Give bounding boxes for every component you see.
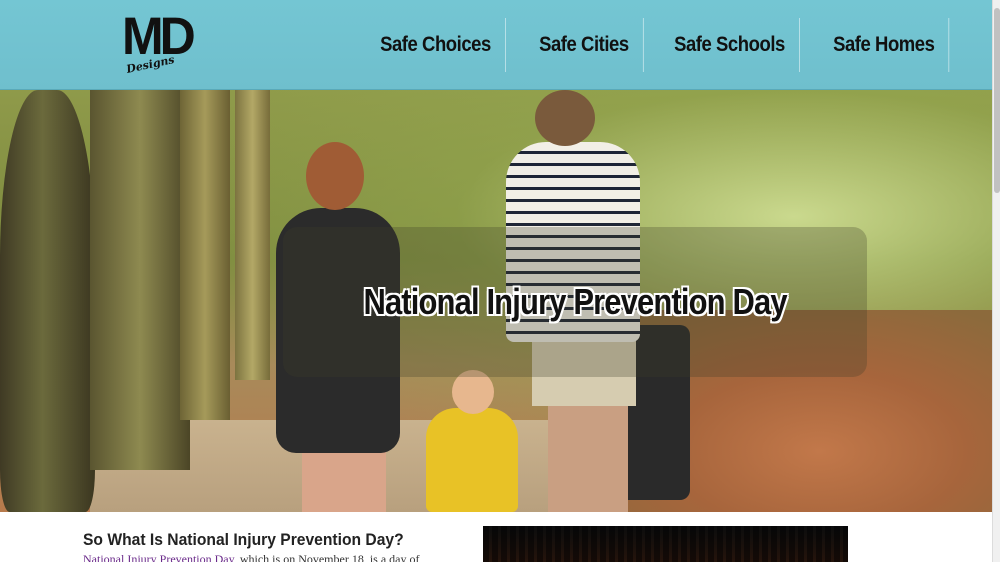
nav-item-safe-homes[interactable]: Safe Homes: [819, 18, 950, 72]
nav-item-safe-cities[interactable]: Safe Cities: [525, 18, 644, 72]
hero-banner: National Injury Prevention Day: [283, 227, 867, 377]
main-nav: Safe Choices Safe Cities Safe Schools Sa…: [366, 18, 967, 72]
nav-item-safe-schools[interactable]: Safe Schools: [660, 18, 800, 72]
hero-tree: [235, 90, 270, 380]
site-header: MD Designs Safe Choices Safe Cities Safe…: [0, 0, 992, 90]
hero-person-child: [426, 408, 518, 512]
hero-person-head: [535, 90, 595, 146]
intro-link[interactable]: National Injury Prevention Day: [83, 552, 234, 562]
hero-tree: [0, 90, 95, 512]
hero-person-legs: [302, 445, 386, 512]
nav-item-safe-choices[interactable]: Safe Choices: [366, 18, 506, 72]
hero-person-head: [306, 142, 364, 210]
scrollbar-thumb[interactable]: [994, 8, 1000, 193]
section-intro: National Injury Prevention Day, which is…: [83, 552, 420, 562]
site-logo[interactable]: MD Designs: [122, 7, 202, 78]
hero-section: National Injury Prevention Day: [0, 90, 992, 512]
hero-title: National Injury Prevention Day: [363, 281, 787, 322]
content-section: So What Is National Injury Prevention Da…: [0, 512, 992, 562]
hero-tree: [90, 90, 190, 470]
intro-text: , which is on November 18, is a day of: [233, 552, 420, 562]
page-scrollbar[interactable]: [992, 0, 1000, 562]
section-image: [483, 526, 848, 562]
hero-person-legs: [548, 402, 628, 512]
hero-tree: [180, 90, 230, 420]
section-heading: So What Is National Injury Prevention Da…: [83, 530, 404, 549]
